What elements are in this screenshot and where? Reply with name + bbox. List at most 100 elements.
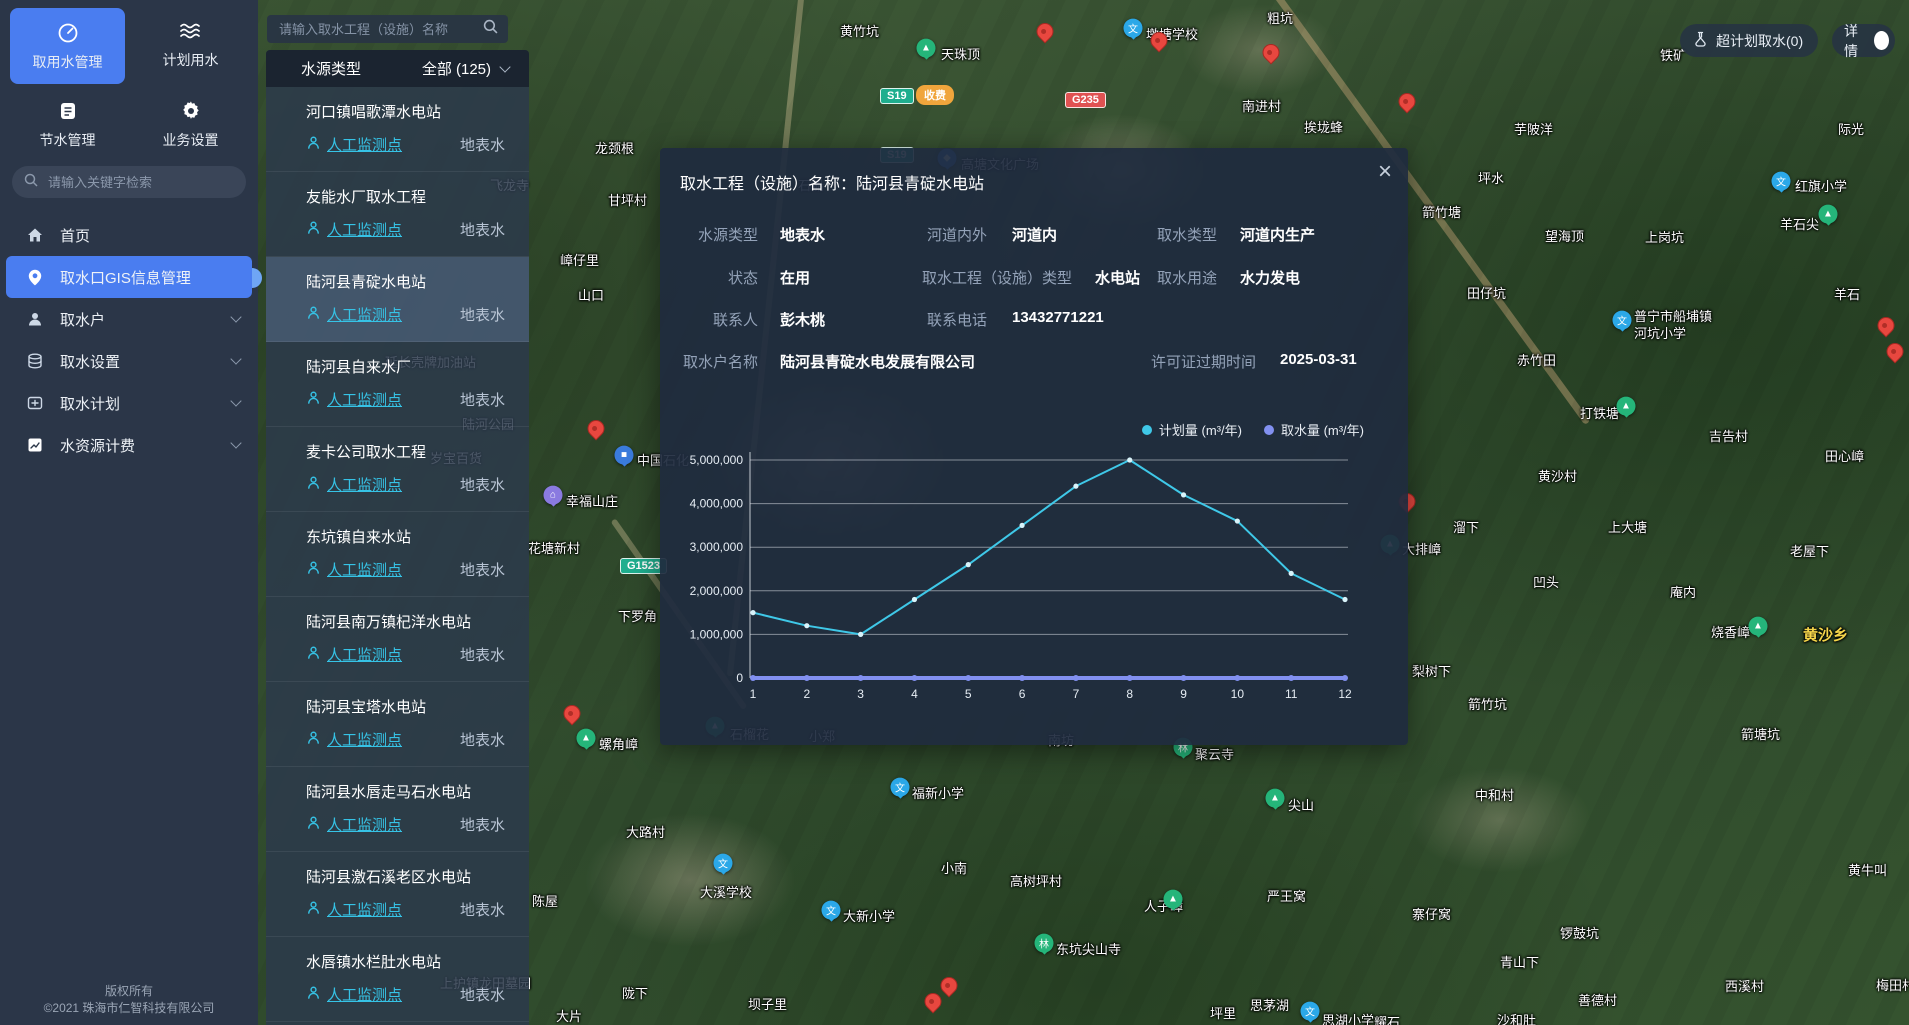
intake-marker-icon[interactable] [1883, 339, 1907, 363]
map-school-pin-icon[interactable]: 文 [822, 901, 841, 920]
intake-marker-icon[interactable] [1395, 89, 1419, 113]
monitor-type-link[interactable]: 人工监测点 [306, 729, 402, 750]
monitor-type-link[interactable]: 人工监测点 [306, 559, 402, 580]
monitor-type-link[interactable]: 人工监测点 [306, 474, 402, 495]
data-point[interactable] [1181, 675, 1187, 681]
monitor-type-link[interactable]: 人工监测点 [306, 219, 402, 240]
sidebar-item-label: 首页 [60, 225, 90, 246]
monitor-type-link[interactable]: 人工监测点 [306, 984, 402, 1005]
station-list-item[interactable]: 水唇镇水栏肚水电站人工监测点地表水 [266, 937, 529, 1022]
map-school-pin-icon[interactable]: 文 [1301, 1002, 1320, 1021]
station-list-item[interactable]: 陆河县水唇走马石水电站人工监测点地表水 [266, 767, 529, 852]
station-list-item[interactable]: 河口镇唱歌潭水电站人工监测点地表水 [266, 87, 529, 172]
monitor-type-link[interactable]: 人工监测点 [306, 134, 402, 155]
intake-marker-icon[interactable] [1033, 19, 1057, 43]
data-point[interactable] [1342, 675, 1348, 681]
map-school-pin-icon[interactable]: 文 [1124, 19, 1143, 38]
map-school-pin-icon[interactable]: 文 [714, 854, 733, 873]
sidebar-item-label: 取水计划 [60, 393, 120, 414]
monitor-type-link[interactable]: 人工监测点 [306, 899, 402, 920]
data-point[interactable] [1234, 675, 1240, 681]
map-school-pin-icon[interactable]: 文 [1772, 172, 1791, 191]
map-school-pin-icon[interactable]: 文 [1613, 311, 1632, 330]
sidebar-search-input[interactable] [46, 174, 220, 191]
station-search[interactable] [267, 15, 508, 43]
station-search-input[interactable] [277, 21, 483, 38]
detail-toggle[interactable]: 详情 [1832, 24, 1895, 57]
data-point[interactable] [912, 597, 917, 602]
station-list-item[interactable]: 友能水厂取水工程人工监测点地表水 [266, 172, 529, 257]
station-list-item[interactable]: 陆河县青碇水电站人工监测点地表水 [266, 257, 529, 342]
data-point[interactable] [858, 675, 864, 681]
sidebar-item-user[interactable]: 取水户 [0, 298, 258, 340]
data-point[interactable] [750, 610, 755, 615]
sidebar-item-home[interactable]: 首页 [0, 214, 258, 256]
map-mount-pin-icon[interactable]: ▲ [917, 39, 936, 58]
legend-item[interactable]: 取水量 (m³/年) [1264, 420, 1364, 439]
data-point[interactable] [1289, 571, 1294, 576]
data-point[interactable] [1019, 675, 1025, 681]
map-gas-pin-icon[interactable]: ■ [615, 446, 634, 465]
map-place-label: 际光 [1838, 119, 1864, 138]
data-point[interactable] [1073, 484, 1078, 489]
data-point[interactable] [966, 562, 971, 567]
module-doc[interactable]: 节水管理 [6, 86, 129, 162]
intake-chart[interactable]: 01,000,0002,000,0003,000,0004,000,0005,0… [660, 148, 1408, 745]
intake-marker-icon[interactable] [921, 989, 945, 1013]
station-list-item[interactable]: 陆河县激石溪老区水电站人工监测点地表水 [266, 852, 529, 937]
data-point[interactable] [804, 623, 809, 628]
data-point[interactable] [1235, 518, 1240, 523]
map-mount-pin-icon[interactable]: ▲ [1617, 397, 1636, 416]
sidebar-item-label: 水资源计费 [60, 435, 135, 456]
map-mount-pin-icon[interactable]: ▲ [1819, 205, 1838, 224]
data-point[interactable] [1073, 675, 1079, 681]
monitor-type-link[interactable]: 人工监测点 [306, 389, 402, 410]
sidebar-item-pin[interactable]: 取水口GIS信息管理 [6, 256, 252, 298]
data-point[interactable] [750, 675, 756, 681]
station-list-item[interactable]: 陆河县宝塔水电站人工监测点地表水 [266, 682, 529, 767]
sidebar-item-db[interactable]: 取水设置 [0, 340, 258, 382]
data-point[interactable] [1181, 492, 1186, 497]
map-place-label: 陈屋 [532, 891, 558, 910]
map-mount-pin-icon[interactable]: ▲ [577, 729, 596, 748]
data-point[interactable] [1019, 523, 1024, 528]
data-point[interactable] [804, 675, 810, 681]
intake-marker-icon[interactable] [937, 973, 961, 997]
source-type-filter[interactable]: 全部 (125) [422, 58, 509, 79]
map-mount-pin-icon[interactable]: ▲ [1164, 890, 1183, 909]
module-meter[interactable]: 取用水管理 [10, 8, 125, 84]
map-mount-pin-icon[interactable]: ▲ [1749, 617, 1768, 636]
data-point[interactable] [1342, 597, 1347, 602]
map-temple-pin-icon[interactable]: 林 [1035, 934, 1054, 953]
data-point[interactable] [1127, 675, 1133, 681]
station-list-item[interactable]: 麦卡公司取水工程人工监测点地表水 [266, 427, 529, 512]
data-point[interactable] [858, 632, 863, 637]
station-list-item[interactable]: 陆河县自来水厂人工监测点地表水 [266, 342, 529, 427]
map-school-pin-icon[interactable]: 文 [891, 778, 910, 797]
legend-item[interactable]: 计划量 (m³/年) [1142, 420, 1242, 439]
sidebar-search[interactable] [12, 166, 246, 198]
data-point[interactable] [965, 675, 971, 681]
module-gear[interactable]: 业务设置 [129, 86, 252, 162]
station-list-item[interactable]: 陆河县南万镇杞洋水电站人工监测点地表水 [266, 597, 529, 682]
over-plan-intake-button[interactable]: 超计划取水(0) [1680, 24, 1818, 57]
search-icon[interactable] [483, 19, 498, 39]
intake-marker-icon[interactable] [1259, 40, 1283, 64]
module-wave[interactable]: 计划用水 [129, 6, 252, 82]
intake-marker-icon[interactable] [584, 416, 608, 440]
station-list-item[interactable]: 东坑镇自来水站人工监测点地表水 [266, 512, 529, 597]
map-mount-pin-icon[interactable]: ▲ [1266, 789, 1285, 808]
intake-marker-icon[interactable] [560, 701, 584, 725]
map-villa-pin-icon[interactable]: ⌂ [544, 486, 563, 505]
sidebar-item-plan[interactable]: 取水计划 [0, 382, 258, 424]
data-point[interactable] [911, 675, 917, 681]
monitor-type-link[interactable]: 人工监测点 [306, 304, 402, 325]
data-point[interactable] [1288, 675, 1294, 681]
map-place-label: 耀石 [1374, 1012, 1400, 1025]
sidebar-item-billing[interactable]: 水资源计费 [0, 424, 258, 466]
toggle-knob[interactable] [1874, 31, 1889, 50]
monitor-type-link[interactable]: 人工监测点 [306, 814, 402, 835]
data-point[interactable] [1127, 457, 1132, 462]
monitor-type-link[interactable]: 人工监测点 [306, 644, 402, 665]
intake-marker-icon[interactable] [1874, 313, 1898, 337]
